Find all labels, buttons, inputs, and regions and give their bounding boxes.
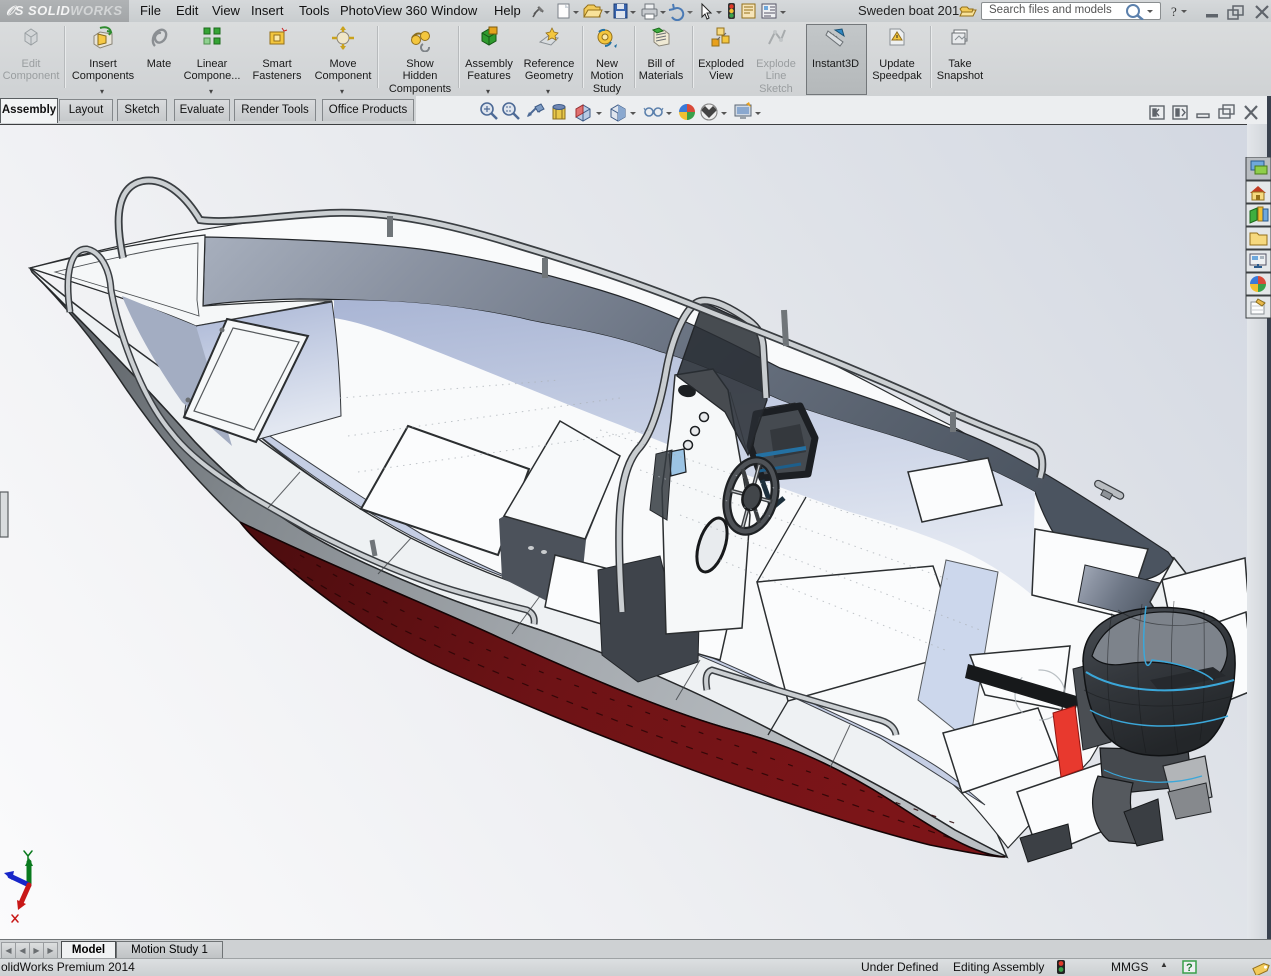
svg-text:?: ? [1186, 962, 1193, 974]
svg-text:?: ? [1171, 4, 1177, 19]
